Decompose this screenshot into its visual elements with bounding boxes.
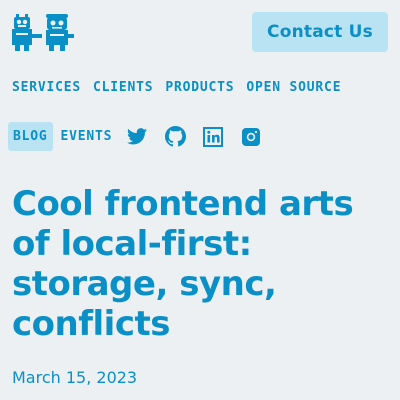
nav-item-blog[interactable]: BLOG bbox=[8, 122, 53, 151]
instagram-icon bbox=[242, 127, 261, 146]
article-title: Cool frontend arts of local-first: stora… bbox=[12, 184, 354, 344]
nav-item-services[interactable]: SERVICES bbox=[12, 80, 81, 95]
twitter-icon bbox=[127, 128, 148, 145]
github-link[interactable] bbox=[164, 126, 186, 148]
nav-item-products[interactable]: PRODUCTS bbox=[165, 80, 234, 95]
github-icon bbox=[164, 126, 186, 147]
twitter-link[interactable] bbox=[126, 126, 148, 148]
linkedin-icon bbox=[203, 126, 224, 147]
contact-us-button[interactable]: Contact Us bbox=[252, 12, 388, 52]
nav-item-events[interactable]: EVENTS bbox=[61, 129, 113, 144]
nav-item-open-source[interactable]: OPEN SOURCE bbox=[246, 80, 341, 95]
logo[interactable] bbox=[12, 12, 74, 52]
primary-nav: SERVICES CLIENTS PRODUCTS OPEN SOURCE bbox=[12, 80, 353, 95]
nav-item-clients[interactable]: CLIENTS bbox=[93, 80, 153, 95]
secondary-nav: BLOG EVENTS bbox=[8, 122, 262, 151]
instagram-link[interactable] bbox=[240, 126, 262, 148]
article-date: March 15, 2023 bbox=[12, 368, 138, 387]
linkedin-link[interactable] bbox=[202, 126, 224, 148]
robot-mascots-logo-icon bbox=[12, 14, 74, 51]
